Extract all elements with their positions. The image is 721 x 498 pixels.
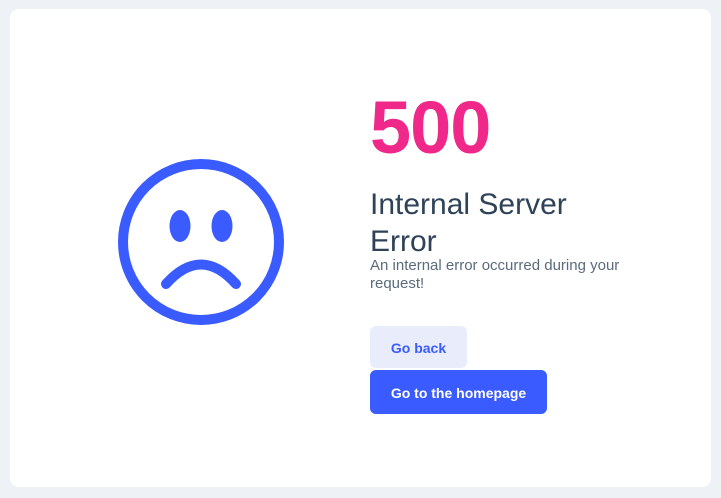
error-card: 500 Internal Server Error An internal er… — [10, 9, 711, 487]
error-code: 500 — [370, 86, 491, 169]
sad-face-icon — [117, 158, 285, 326]
error-title: Internal Server Error — [370, 188, 567, 258]
go-home-button[interactable]: Go to the homepage — [370, 370, 547, 414]
go-back-button[interactable]: Go back — [370, 326, 467, 368]
error-content: 500 Internal Server Error An internal er… — [370, 89, 640, 293]
error-description: An internal error occurred during your r… — [370, 257, 620, 292]
